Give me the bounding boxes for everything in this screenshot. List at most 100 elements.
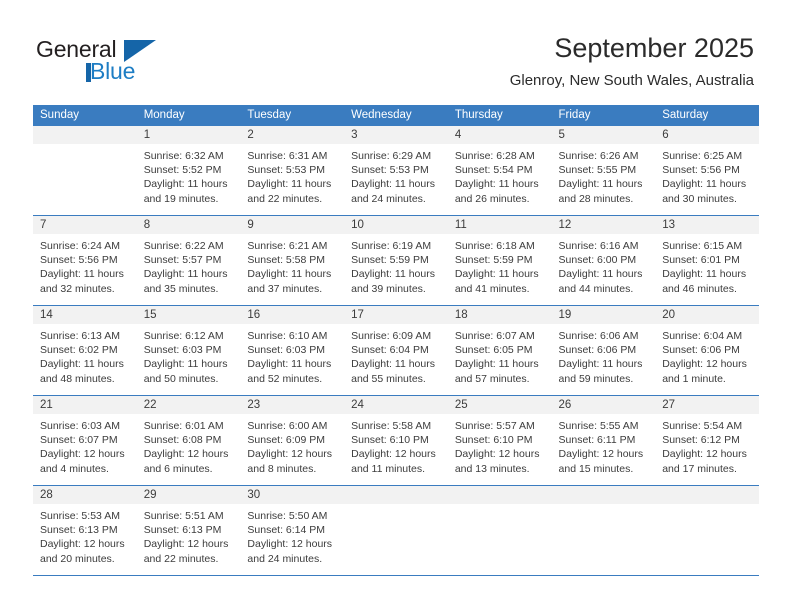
calendar-day-cell[interactable]: 28 Sunrise: 5:53 AM Sunset: 6:13 PM Dayligh… (33, 485, 137, 576)
day-details: Sunrise: 6:21 AM Sunset: 5:58 PM Daylight:… (240, 234, 344, 296)
calendar-day-cell[interactable]: 23 Sunrise: 6:00 AM Sunset: 6:09 PM Dayligh… (240, 395, 345, 486)
sunrise-text: Sunrise: 5:51 AM (143, 510, 224, 522)
sunrise-text: Sunrise: 6:29 AM (351, 150, 432, 162)
calendar-day-cell[interactable]: 25 Sunrise: 5:57 AM Sunset: 6:10 PM Dayligh… (447, 395, 552, 486)
calendar-day-cell[interactable]: 7 Sunrise: 6:24 AM Sunset: 5:56 PM Daylight… (33, 215, 137, 306)
daylight-text-line2: and 32 minutes. (40, 282, 115, 295)
calendar-day-cell[interactable]: 1 Sunrise: 6:32 AM Sunset: 5:52 PM Daylight… (136, 125, 241, 216)
day-details: Sunrise: 5:58 AM Sunset: 6:10 PM Daylight:… (344, 414, 448, 476)
calendar-day-cell[interactable]: 19 Sunrise: 6:06 AM Sunset: 6:06 PM Dayligh… (551, 305, 656, 396)
daylight-text-line1: Daylight: 11 hours (558, 178, 643, 191)
sunset-text: Sunset: 6:06 PM (558, 344, 637, 357)
day-details: Sunrise: 6:22 AM Sunset: 5:57 PM Daylight:… (137, 234, 241, 296)
daylight-text-line2: and 15 minutes. (558, 462, 634, 475)
sunrise-text: Sunrise: 6:21 AM (247, 240, 328, 252)
calendar-day-cell[interactable]: 16 Sunrise: 6:10 AM Sunset: 6:03 PM Dayligh… (240, 305, 345, 396)
sunset-text: Sunset: 6:00 PM (558, 254, 637, 267)
sunset-text: Sunset: 6:13 PM (40, 524, 118, 537)
weekday-header-saturday: Saturday (655, 105, 759, 126)
day-number: 14 (33, 306, 137, 324)
calendar-day-cell[interactable]: 27 Sunrise: 5:54 AM Sunset: 6:12 PM Dayligh… (655, 395, 759, 486)
calendar-day-cell[interactable]: 10 Sunrise: 6:19 AM Sunset: 5:59 PM Dayligh… (344, 215, 448, 306)
day-details: Sunrise: 6:03 AM Sunset: 6:07 PM Daylight:… (33, 414, 137, 476)
daylight-text-line1: Daylight: 11 hours (558, 358, 643, 371)
day-number (344, 486, 448, 504)
weekday-header-tuesday: Tuesday (240, 105, 345, 126)
day-number: 25 (447, 396, 552, 414)
calendar-day-cell[interactable]: 3 Sunrise: 6:29 AM Sunset: 5:53 PM Daylight… (344, 125, 448, 216)
daylight-text-line2: and 24 minutes. (351, 192, 426, 205)
calendar-day-cell[interactable]: 13 Sunrise: 6:15 AM Sunset: 6:01 PM Dayligh… (655, 215, 759, 306)
sunrise-text: Sunrise: 6:32 AM (143, 150, 224, 162)
day-details: Sunrise: 6:31 AM Sunset: 5:53 PM Daylight:… (240, 144, 344, 206)
day-details: Sunrise: 6:06 AM Sunset: 6:06 PM Daylight:… (552, 324, 656, 386)
daylight-text-line2: and 22 minutes. (143, 552, 219, 565)
day-details: Sunrise: 6:01 AM Sunset: 6:08 PM Daylight:… (137, 414, 241, 476)
calendar-day-cell[interactable]: 6 Sunrise: 6:25 AM Sunset: 5:56 PM Daylight… (655, 125, 759, 216)
day-details: Sunrise: 6:19 AM Sunset: 5:59 PM Daylight:… (344, 234, 448, 296)
calendar-day-cell[interactable]: 22 Sunrise: 6:01 AM Sunset: 6:08 PM Dayligh… (136, 395, 241, 486)
calendar-day-cell[interactable]: 20 Sunrise: 6:04 AM Sunset: 6:06 PM Dayligh… (655, 305, 759, 396)
calendar-day-cell[interactable]: 26 Sunrise: 5:55 AM Sunset: 6:11 PM Dayligh… (551, 395, 656, 486)
daylight-text-line1: Daylight: 11 hours (143, 178, 228, 191)
calendar-week-row: 21 Sunrise: 6:03 AM Sunset: 6:07 PM Dayligh… (33, 395, 759, 486)
day-number: 29 (136, 486, 241, 504)
sunrise-text: Sunrise: 6:09 AM (351, 330, 432, 342)
calendar-day-cell[interactable]: 5 Sunrise: 6:26 AM Sunset: 5:55 PM Daylight… (551, 125, 656, 216)
sunset-text: Sunset: 6:01 PM (662, 254, 740, 267)
daylight-text-line1: Daylight: 11 hours (143, 358, 228, 371)
daylight-text-line1: Daylight: 12 hours (351, 448, 436, 461)
calendar-day-cell[interactable]: 18 Sunrise: 6:07 AM Sunset: 6:05 PM Dayligh… (447, 305, 552, 396)
daylight-text-line1: Daylight: 11 hours (247, 358, 332, 371)
sunset-text: Sunset: 6:09 PM (247, 434, 326, 447)
sunset-text: Sunset: 5:59 PM (454, 254, 533, 267)
sunset-text: Sunset: 6:07 PM (40, 434, 118, 447)
calendar-day-cell[interactable]: 24 Sunrise: 5:58 AM Sunset: 6:10 PM Dayligh… (344, 395, 448, 486)
daylight-text-line2: and 6 minutes. (143, 462, 213, 475)
calendar-day-cell[interactable]: 15 Sunrise: 6:12 AM Sunset: 6:03 PM Dayligh… (136, 305, 241, 396)
daylight-text-line1: Daylight: 12 hours (40, 538, 125, 551)
day-details: Sunrise: 5:54 AM Sunset: 6:12 PM Daylight:… (655, 414, 759, 476)
sunrise-text: Sunrise: 6:26 AM (558, 150, 639, 162)
calendar-day-cell[interactable]: 12 Sunrise: 6:16 AM Sunset: 6:00 PM Dayligh… (551, 215, 656, 306)
calendar-day-cell[interactable]: 30 Sunrise: 5:50 AM Sunset: 6:14 PM Dayligh… (240, 485, 345, 576)
day-number: 20 (655, 306, 759, 324)
sunrise-text: Sunrise: 5:58 AM (351, 420, 432, 432)
day-number: 27 (655, 396, 759, 414)
sunset-text: Sunset: 5:59 PM (351, 254, 429, 267)
sunrise-text: Sunrise: 6:15 AM (662, 240, 743, 252)
daylight-text-line2: and 52 minutes. (247, 372, 323, 385)
day-number: 16 (240, 306, 345, 324)
calendar-day-cell[interactable]: 14 Sunrise: 6:13 AM Sunset: 6:02 PM Dayligh… (33, 305, 137, 396)
calendar-day-cell[interactable]: 8 Sunrise: 6:22 AM Sunset: 5:57 PM Daylight… (136, 215, 241, 306)
sunrise-text: Sunrise: 5:53 AM (40, 510, 120, 522)
sunset-text: Sunset: 5:58 PM (247, 254, 326, 267)
daylight-text-line2: and 35 minutes. (143, 282, 219, 295)
general-blue-logo: General Blue (36, 36, 236, 84)
daylight-text-line1: Daylight: 12 hours (143, 448, 229, 461)
daylight-text-line2: and 24 minutes. (247, 552, 323, 565)
sunrise-text: Sunrise: 6:28 AM (454, 150, 535, 162)
day-number (447, 486, 552, 504)
daylight-text-line1: Daylight: 11 hours (454, 178, 539, 191)
calendar-day-cell[interactable]: 29 Sunrise: 5:51 AM Sunset: 6:13 PM Dayligh… (136, 485, 241, 576)
daylight-text-line1: Daylight: 12 hours (143, 538, 229, 551)
day-details: Sunrise: 5:55 AM Sunset: 6:11 PM Daylight:… (552, 414, 656, 476)
calendar-day-cell[interactable]: 2 Sunrise: 6:31 AM Sunset: 5:53 PM Daylight… (240, 125, 345, 216)
sunset-text: Sunset: 6:14 PM (247, 524, 326, 537)
calendar-day-cell[interactable]: 11 Sunrise: 6:18 AM Sunset: 5:59 PM Dayligh… (447, 215, 552, 306)
sunrise-text: Sunrise: 6:01 AM (143, 420, 224, 432)
day-details: Sunrise: 6:10 AM Sunset: 6:03 PM Daylight:… (240, 324, 344, 386)
calendar-day-cell[interactable]: 17 Sunrise: 6:09 AM Sunset: 6:04 PM Dayligh… (344, 305, 448, 396)
sunrise-text: Sunrise: 6:25 AM (662, 150, 743, 162)
day-number: 23 (240, 396, 345, 414)
daylight-text-line2: and 8 minutes. (247, 462, 317, 475)
sunset-text: Sunset: 5:56 PM (662, 164, 740, 177)
daylight-text-line1: Daylight: 11 hours (558, 268, 643, 281)
calendar-day-cell[interactable]: 21 Sunrise: 6:03 AM Sunset: 6:07 PM Dayligh… (33, 395, 137, 486)
calendar-header-row: Sunday Monday Tuesday Wednesday Thursday… (33, 105, 759, 126)
calendar-day-cell[interactable]: 9 Sunrise: 6:21 AM Sunset: 5:58 PM Daylight… (240, 215, 345, 306)
calendar-day-cell[interactable]: 4 Sunrise: 6:28 AM Sunset: 5:54 PM Daylight… (447, 125, 552, 216)
calendar-page: General Blue September 2025 Glenroy, New… (0, 0, 792, 612)
daylight-text-line1: Daylight: 11 hours (40, 268, 124, 281)
